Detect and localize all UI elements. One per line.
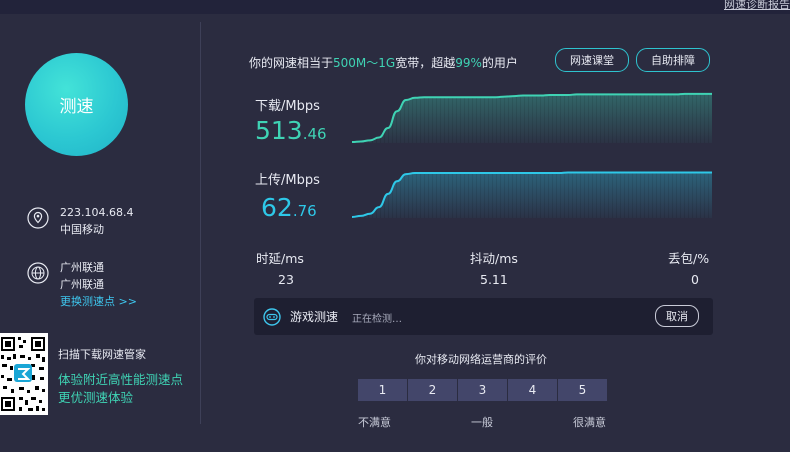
game-test-title: 游戏测速 xyxy=(290,310,339,324)
jitter-value: 5.11 xyxy=(480,272,508,287)
game-speed-test-bar: 游戏测速 正在检测… 取消 xyxy=(254,298,713,335)
rating-option-1[interactable]: 1 xyxy=(358,379,407,401)
test-node-info: 广州联通 广州联通 更换测速点 >> xyxy=(60,259,137,310)
packet-loss-value: 0 xyxy=(691,272,699,287)
rating-title: 你对移动网络运营商的评价 xyxy=(415,353,547,366)
self-diagnose-button[interactable]: 自助排障 xyxy=(636,48,710,72)
speed-test-label: 测速 xyxy=(59,97,94,117)
rating-option-3[interactable]: 3 xyxy=(458,379,507,401)
rating-scale: 1 2 3 4 5 xyxy=(358,379,607,401)
location-pin-icon xyxy=(27,207,49,229)
summary-bandwidth: 500M～1G xyxy=(333,56,396,70)
rating-low-caption: 不满意 xyxy=(358,416,391,429)
rating-option-5[interactable]: 5 xyxy=(558,379,607,401)
download-value-int: 513 xyxy=(255,116,303,145)
location-info: 223.104.68.4 中国移动 xyxy=(60,204,133,238)
qr-promo: 扫描下载网速管家 体验附近高性能测速点 更优测速体验 xyxy=(58,346,183,407)
upload-value: 62.76 xyxy=(261,193,317,222)
top-strip xyxy=(0,0,790,14)
qr-code xyxy=(0,333,48,415)
upload-value-frac: .76 xyxy=(292,202,317,220)
download-label: 下载/Mbps xyxy=(255,99,320,114)
download-value-frac: .46 xyxy=(302,125,327,143)
qr-promo-line-1: 体验附近高性能测速点 xyxy=(58,372,184,387)
node-line-1: 广州联通 xyxy=(60,261,104,274)
ip-address: 223.104.68.4 xyxy=(60,206,134,219)
column-divider xyxy=(200,22,201,424)
rating-option-4[interactable]: 4 xyxy=(508,379,557,401)
speed-course-button[interactable]: 网速课堂 xyxy=(555,48,629,72)
download-trace-hatch xyxy=(352,93,712,143)
cancel-button[interactable]: 取消 xyxy=(655,305,699,327)
speed-summary: 你的网速相当于500M～1G宽带，超越99%的用户 xyxy=(249,54,518,71)
summary-suffix: 的用户 xyxy=(481,56,518,70)
globe-icon xyxy=(27,262,49,284)
gamepad-icon xyxy=(263,308,281,326)
summary-prefix: 你的网速相当于 xyxy=(249,56,334,70)
game-test-status: 正在检测… xyxy=(352,314,402,325)
change-node-link[interactable]: 更换测速点 >> xyxy=(60,293,137,310)
upload-trace-hatch xyxy=(352,172,712,218)
download-speed-chart xyxy=(352,92,712,143)
upload-speed-chart xyxy=(352,171,712,218)
rating-mid-caption: 一般 xyxy=(471,416,493,429)
node-line-2: 广州联通 xyxy=(60,278,104,291)
upload-value-int: 62 xyxy=(261,193,293,222)
qr-title: 扫描下载网速管家 xyxy=(58,348,146,361)
rating-high-caption: 很满意 xyxy=(573,416,606,429)
jitter-label: 抖动/ms xyxy=(470,251,518,266)
qr-promo-line-2: 更优测速体验 xyxy=(58,390,134,405)
packet-loss-label: 丢包/% xyxy=(668,251,710,266)
upload-label: 上传/Mbps xyxy=(255,173,320,188)
latency-label: 时延/ms xyxy=(256,251,304,266)
speed-test-button[interactable]: 测速 xyxy=(25,53,128,156)
rating-option-2[interactable]: 2 xyxy=(408,379,457,401)
carrier-name: 中国移动 xyxy=(60,223,104,236)
report-link[interactable]: 网速诊断报告 xyxy=(724,0,790,12)
summary-percent: 99% xyxy=(455,56,482,70)
download-value: 513.46 xyxy=(255,116,327,145)
summary-mid: 宽带，超越 xyxy=(395,56,456,70)
latency-value: 23 xyxy=(278,272,294,287)
